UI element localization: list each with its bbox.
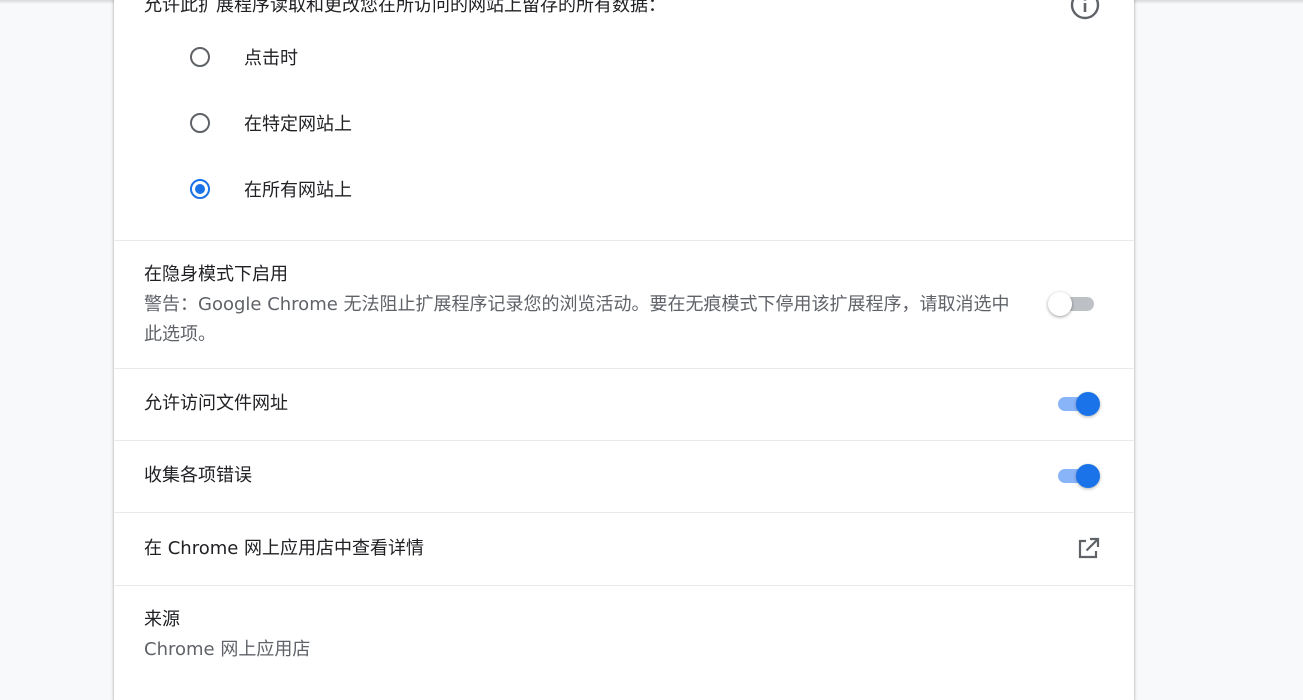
radio-option-specific-sites[interactable]: 在特定网站上 [190, 108, 352, 138]
open-in-new-icon[interactable] [1074, 535, 1102, 563]
divider [114, 585, 1134, 586]
radio-option-all-sites[interactable]: 在所有网站上 [190, 174, 352, 204]
radio-label: 在所有网站上 [244, 180, 352, 201]
store-link-label[interactable]: 在 Chrome 网上应用店中查看详情 [144, 537, 424, 561]
source-title: 来源 [144, 609, 180, 630]
radio-button[interactable] [190, 47, 210, 67]
radio-button-selected[interactable] [190, 179, 210, 199]
file-urls-toggle[interactable] [1056, 390, 1102, 416]
toggle-knob [1048, 292, 1072, 316]
radio-option-on-click[interactable]: 点击时 [190, 42, 298, 72]
incognito-toggle[interactable] [1048, 290, 1098, 316]
collect-errors-toggle[interactable] [1056, 462, 1102, 488]
incognito-warning: 警告：Google Chrome 无法阻止扩展程序记录您的浏览活动。要在无痕模式… [144, 294, 1010, 345]
incognito-title: 在隐身模式下启用 [144, 264, 288, 285]
divider [114, 368, 1134, 369]
collect-errors-title: 收集各项错误 [144, 465, 252, 486]
radio-label: 在特定网站上 [244, 114, 352, 135]
toggle-knob [1076, 392, 1100, 416]
divider [114, 440, 1134, 441]
divider [114, 512, 1134, 513]
radio-button[interactable] [190, 113, 210, 133]
toggle-knob [1076, 464, 1100, 488]
file-urls-title: 允许访问文件网址 [144, 393, 288, 414]
info-circle-icon[interactable] [1070, 0, 1100, 20]
extension-details-card: 允许此扩展程序读取和更改您在所访问的网站上留存的所有数据： 点击时 在特定网站上… [114, 0, 1134, 700]
radio-label: 点击时 [244, 48, 298, 69]
divider [114, 240, 1134, 241]
source-value: Chrome 网上应用店 [144, 639, 311, 660]
site-access-title: 允许此扩展程序读取和更改您在所访问的网站上留存的所有数据： [144, 0, 666, 16]
